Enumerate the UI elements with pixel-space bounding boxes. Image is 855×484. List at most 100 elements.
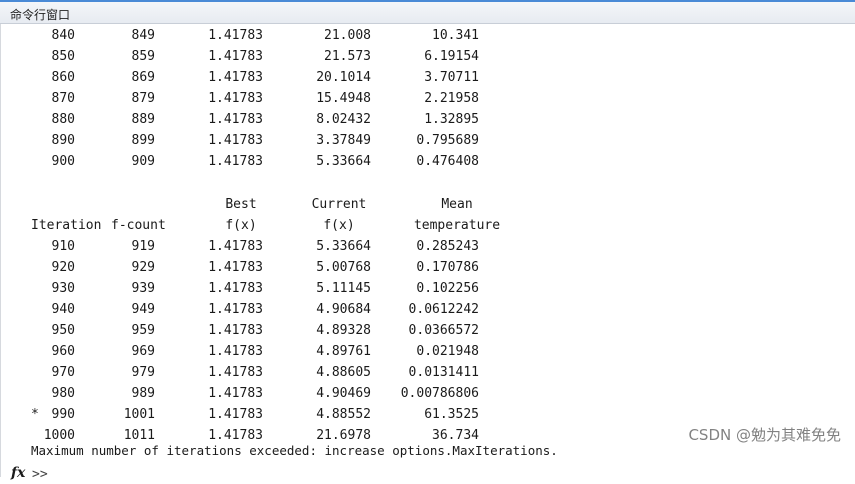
window-title: 命令行窗口 (10, 8, 71, 22)
table-cell: 870 (51, 91, 75, 106)
table-cell: 860 (51, 70, 75, 85)
table-row: 930 939 1.41783 5.11145 0.102256 (1, 279, 855, 299)
table-cell: 1.41783 (208, 133, 263, 148)
table-cell: 21.573 (324, 49, 371, 64)
table-row: 950 959 1.41783 4.89328 0.0366572 (1, 321, 855, 341)
table-cell: 859 (131, 49, 155, 64)
table-cell: 5.11145 (316, 281, 371, 296)
table-cell: 1.41783 (208, 302, 263, 317)
table-cell: 0.0366572 (408, 323, 479, 338)
table-cell: 890 (51, 133, 75, 148)
table-cell: 910 (51, 239, 75, 254)
table-cell: 920 (51, 260, 75, 275)
table-cell: 1.41783 (208, 70, 263, 85)
table-row: 890 899 1.41783 3.37849 0.795689 (1, 131, 855, 151)
table-cell: 990 (51, 407, 75, 422)
table-cell: 6.19154 (424, 49, 479, 64)
table-cell: 0.00786806 (400, 386, 479, 401)
header-fx-best: f(x) (225, 218, 257, 233)
table-row: 850 859 1.41783 21.573 6.19154 (1, 47, 855, 67)
table-cell: 1.41783 (208, 281, 263, 296)
table-cell: 4.89761 (316, 344, 371, 359)
command-prompt[interactable]: >> (32, 467, 48, 482)
table-cell: 5.33664 (316, 239, 371, 254)
table-cell: 939 (131, 281, 155, 296)
table-cell: 4.88552 (316, 407, 371, 422)
table-cell: 929 (131, 260, 155, 275)
status-message: Maximum number of iterations exceeded: i… (31, 443, 558, 458)
table-cell: 969 (131, 344, 155, 359)
table-cell: 899 (131, 133, 155, 148)
table-cell: 1.41783 (208, 386, 263, 401)
table-cell: 0.0612242 (408, 302, 479, 317)
table-cell: 20.1014 (316, 70, 371, 85)
table-row: 860 869 1.41783 20.1014 3.70711 (1, 68, 855, 88)
table-cell: 950 (51, 323, 75, 338)
header-current: Current (311, 197, 367, 212)
table-cell: 0.021948 (416, 344, 479, 359)
table-cell: 0.795689 (416, 133, 479, 148)
table-row: 980 989 1.41783 4.90469 0.00786806 (1, 384, 855, 404)
header-f-count: f-count (111, 218, 166, 233)
table-cell: 0.476408 (416, 154, 479, 169)
table-row: 960 969 1.41783 4.89761 0.021948 (1, 342, 855, 362)
header-temperature: temperature (413, 218, 501, 233)
table-header-row: Best Current Mean (1, 195, 855, 215)
fx-icon[interactable]: fx (11, 465, 25, 481)
table-cell: 1.41783 (208, 323, 263, 338)
table-cell: 10.341 (432, 28, 479, 43)
table-cell: 960 (51, 344, 75, 359)
header-fx-current: f(x) (323, 218, 355, 233)
table-cell: 1001 (123, 407, 155, 422)
command-window[interactable]: 840 849 1.41783 21.008 10.341 850 859 1.41783 21… (0, 24, 855, 482)
table-row: * 990 1001 1.41783 4.88552 61.3525 (1, 405, 855, 425)
table-cell: 869 (131, 70, 155, 85)
table-cell: 879 (131, 91, 155, 106)
header-iteration: Iteration (31, 218, 102, 233)
table-cell: 849 (131, 28, 155, 43)
table-cell: 989 (131, 386, 155, 401)
table-cell: 21.008 (324, 28, 371, 43)
table-cell: 3.37849 (316, 133, 371, 148)
window-titlebar: 命令行窗口 (0, 0, 855, 24)
table-row: 900 909 1.41783 5.33664 0.476408 (1, 152, 855, 172)
table-cell: 919 (131, 239, 155, 254)
table-cell: 1.41783 (208, 49, 263, 64)
table-cell: 1.41783 (208, 365, 263, 380)
table-cell: 0.285243 (416, 239, 479, 254)
table-cell: 900 (51, 154, 75, 169)
table-row: 870 879 1.41783 15.4948 2.21958 (1, 89, 855, 109)
table-cell: 840 (51, 28, 75, 43)
table-cell: 1.41783 (208, 112, 263, 127)
table-cell: 1.41783 (208, 239, 263, 254)
table-cell: 1.41783 (208, 154, 263, 169)
table-cell: 909 (131, 154, 155, 169)
table-cell: 959 (131, 323, 155, 338)
table-cell: 1.32895 (424, 112, 479, 127)
table-row: 940 949 1.41783 4.90684 0.0612242 (1, 300, 855, 320)
table-cell: 8.02432 (316, 112, 371, 127)
table-cell: 1.41783 (208, 260, 263, 275)
table-cell: 1.41783 (208, 91, 263, 106)
table-cell: 940 (51, 302, 75, 317)
command-prompt-line[interactable]: fx >> (1, 464, 855, 484)
table-cell: 850 (51, 49, 75, 64)
table-cell: 2.21958 (424, 91, 479, 106)
table-cell: 0.170786 (416, 260, 479, 275)
table-row: 920 929 1.41783 5.00768 0.170786 (1, 258, 855, 278)
table-cell: 889 (131, 112, 155, 127)
table-cell: 930 (51, 281, 75, 296)
table-row: 840 849 1.41783 21.008 10.341 (1, 26, 855, 46)
table-row: 970 979 1.41783 4.88605 0.0131411 (1, 363, 855, 383)
table-cell: 1.41783 (208, 407, 263, 422)
table-cell: 949 (131, 302, 155, 317)
table-cell: 0.0131411 (408, 365, 479, 380)
header-best: Best (225, 197, 257, 212)
table-cell: 15.4948 (316, 91, 371, 106)
table-cell: 4.88605 (316, 365, 371, 380)
table-row: 910 919 1.41783 5.33664 0.285243 (1, 237, 855, 257)
table-cell: 1.41783 (208, 28, 263, 43)
table-cell: 970 (51, 365, 75, 380)
table-cell: 4.90684 (316, 302, 371, 317)
header-mean: Mean (441, 197, 473, 212)
